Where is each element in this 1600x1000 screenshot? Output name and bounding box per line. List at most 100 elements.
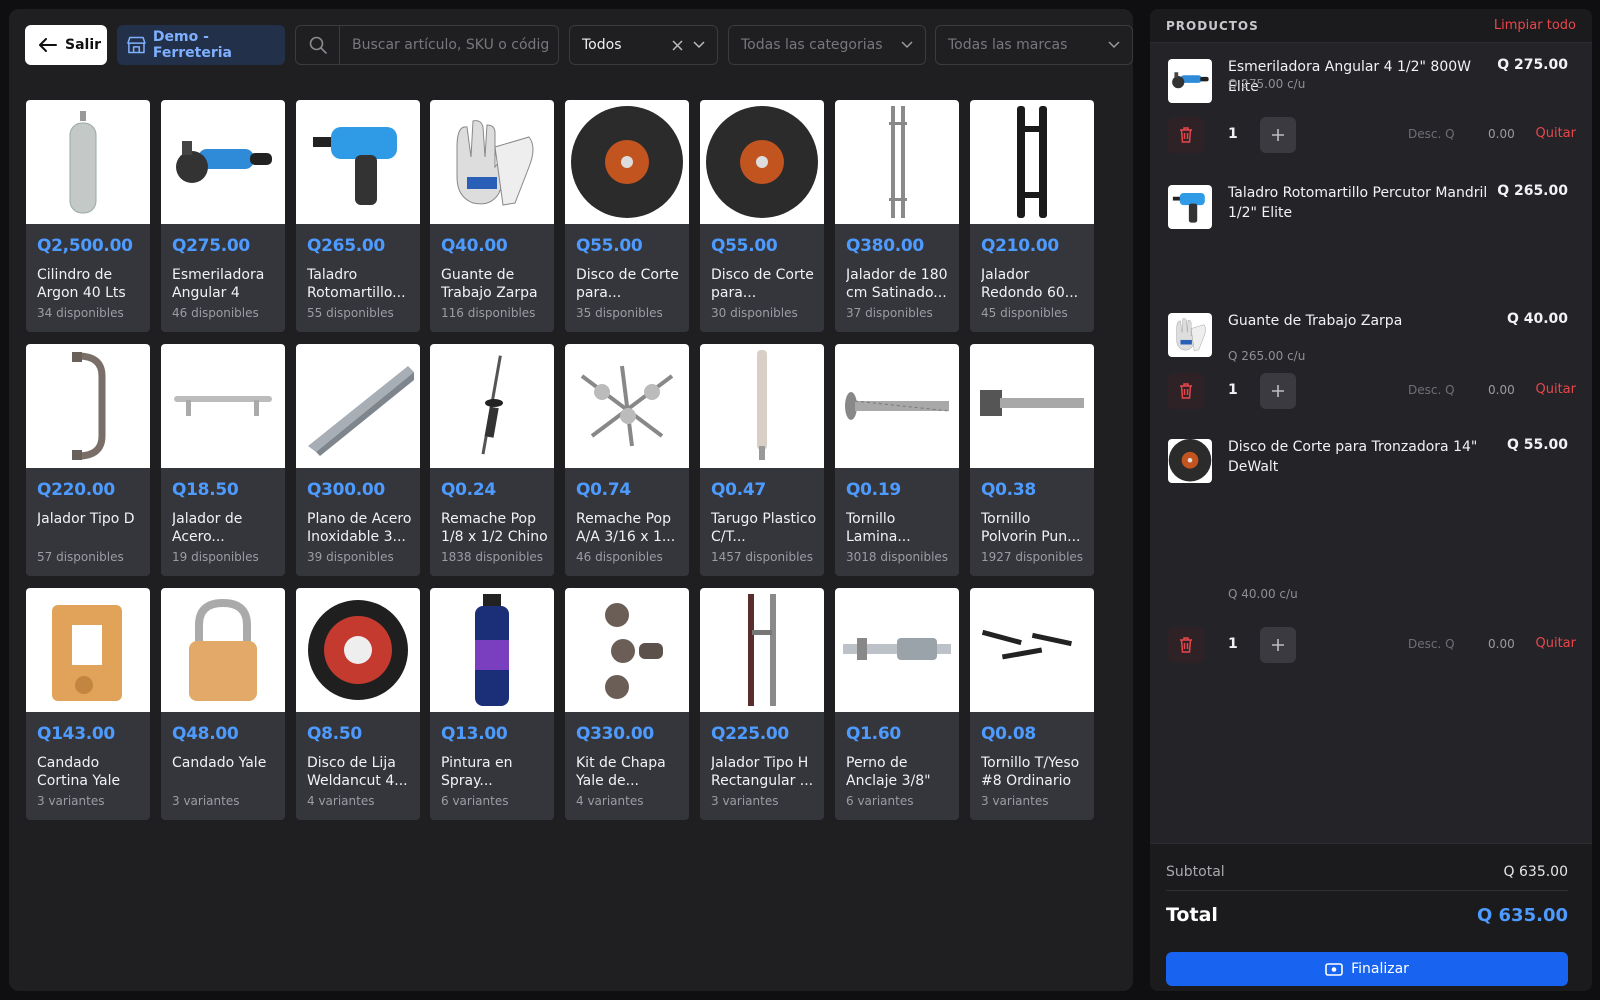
cart-item-controls: 1 Desc. Q 0.00 Quitar [1168, 373, 1576, 409]
quantity-value[interactable]: 1 [1228, 382, 1238, 398]
trash-icon[interactable] [1168, 627, 1204, 663]
product-name: Candado Cortina Yale [37, 755, 121, 789]
chevron-down-icon [1108, 41, 1120, 49]
product-price: Q55.00 [576, 236, 643, 256]
product-stock: 1457 disponibles [711, 550, 814, 564]
product-name: Jalador de Acero... [172, 511, 243, 545]
brand-filter-value: Todas las marcas [948, 37, 1068, 53]
product-card[interactable]: Q0.47 Tarugo Plastico C/T... 1457 disponib… [700, 344, 824, 576]
total-row: Total Q 635.00 [1166, 904, 1568, 926]
product-stock: 57 disponibles [37, 550, 124, 564]
quantity-value[interactable]: 1 [1228, 636, 1238, 652]
category-filter-select[interactable]: Todas las categorias [728, 25, 926, 65]
product-card[interactable]: Q48.00 Candado Yale 3 variantes [161, 588, 285, 820]
product-price: Q0.24 [441, 480, 496, 500]
search-input[interactable] [340, 37, 550, 53]
product-card[interactable]: Q55.00 Disco de Corte para... 35 disponibl… [565, 100, 689, 332]
product-price: Q220.00 [37, 480, 115, 500]
product-card[interactable]: Q18.50 Jalador de Acero... 19 disponibles [161, 344, 285, 576]
product-price: Q0.47 [711, 480, 766, 500]
brand-filter-select[interactable]: Todas las marcas [935, 25, 1133, 65]
plus-icon[interactable] [1260, 117, 1296, 153]
discount-label: Desc. Q [1408, 383, 1455, 397]
discount-input[interactable]: 0.00 [1488, 127, 1515, 141]
trash-icon[interactable] [1168, 373, 1204, 409]
product-price: Q0.74 [576, 480, 631, 500]
quantity-value[interactable]: 1 [1228, 126, 1238, 142]
trash-icon[interactable] [1168, 117, 1204, 153]
product-name: Esmeriladora Angular 4 1/2... [172, 267, 265, 301]
product-stock: 55 disponibles [307, 306, 394, 320]
cart-item-total: Q 275.00 [1497, 57, 1568, 73]
cart-title: PRODUCTOS [1166, 18, 1259, 33]
product-card[interactable]: Q275.00 Esmeriladora Angular 4 1/2... 46 d… [161, 100, 285, 332]
cart-header: PRODUCTOS Limpiar todo [1150, 9, 1592, 43]
product-name: Disco de Corte para... [711, 267, 814, 301]
plus-icon[interactable] [1260, 373, 1296, 409]
product-card[interactable]: Q40.00 Guante de Trabajo Zarpa 116 disponi… [430, 100, 554, 332]
cart-item-controls: 1 Desc. Q 0.00 Quitar [1168, 627, 1576, 663]
plus-icon[interactable] [1260, 627, 1296, 663]
cash-register-icon [1325, 963, 1343, 976]
product-price: Q380.00 [846, 236, 924, 256]
product-name: Tornillo Polvorin Pun... [981, 511, 1081, 545]
clear-filter-icon[interactable] [672, 39, 683, 51]
divider [1166, 890, 1568, 891]
product-card[interactable]: Q0.38 Tornillo Polvorin Pun... 1927 dispon… [970, 344, 1094, 576]
product-card[interactable]: Q143.00 Candado Cortina Yale 3 variantes [26, 588, 150, 820]
discount-label: Desc. Q [1408, 127, 1455, 141]
product-card[interactable]: Q0.24 Remache Pop 1/8 x 1/2 Chino 1838 dis… [430, 344, 554, 576]
product-price: Q265.00 [307, 236, 385, 256]
product-card[interactable]: Q225.00 Jalador Tipo H Rectangular ... 3 v… [700, 588, 824, 820]
product-card[interactable]: Q0.19 Tornillo Lamina... 3018 disponibles [835, 344, 959, 576]
store-button[interactable]: Demo - Ferreteria [117, 25, 285, 65]
cart-item-controls: 1 Desc. Q 0.00 Quitar [1168, 117, 1576, 153]
product-card[interactable]: Q265.00 Taladro Rotomartillo... 55 disponi… [296, 100, 420, 332]
product-name: Jalador Tipo D [37, 511, 135, 527]
exit-button[interactable]: Salir [25, 25, 107, 65]
product-card[interactable]: Q55.00 Disco de Corte para... 30 disponibl… [700, 100, 824, 332]
cart-item-name: Disco de Corte para Tronzadora 14" DeWal… [1228, 439, 1478, 475]
product-card[interactable]: Q380.00 Jalador de 180 cm Satinado... 37 d… [835, 100, 959, 332]
product-stock: 30 disponibles [711, 306, 798, 320]
discount-input[interactable]: 0.00 [1488, 637, 1515, 651]
total-label: Total [1166, 904, 1218, 926]
product-card[interactable]: Q0.74 Remache Pop A/A 3/16 x 1... 46 dispo… [565, 344, 689, 576]
lock-kit-image [565, 588, 689, 712]
gas-cylinder-image [26, 100, 150, 224]
product-name: Candado Yale [172, 755, 267, 771]
product-name: Pintura en Spray... [441, 755, 513, 789]
remove-item-button[interactable]: Quitar [1536, 126, 1577, 141]
product-stock: 3018 disponibles [846, 550, 949, 564]
product-stock: 3 variantes [711, 794, 779, 808]
cutting-disc-image [1168, 439, 1212, 483]
product-card[interactable]: Q13.00 Pintura en Spray... 6 variantes [430, 588, 554, 820]
product-card[interactable]: Q1.60 Perno de Anclaje 3/8" 6 variantes [835, 588, 959, 820]
product-card[interactable]: Q2,500.00 Cilindro de Argon 40 Lts 34 disp… [26, 100, 150, 332]
product-card[interactable]: Q0.08 Tornillo T/Yeso #8 Ordinario 3 varia… [970, 588, 1094, 820]
product-name: Kit de Chapa Yale de... [576, 755, 666, 789]
product-card[interactable]: Q8.50 Disco de Lija Weldancut 4... 4 varia… [296, 588, 420, 820]
clear-all-button[interactable]: Limpiar todo [1494, 18, 1576, 33]
product-name: Taladro Rotomartillo... [307, 267, 406, 301]
store-label: Demo - Ferreteria [152, 29, 233, 61]
cart-items: Esmeriladora Angular 4 1/2" 800W Elite Q … [1150, 43, 1592, 917]
finish-button[interactable]: Finalizar [1166, 952, 1568, 986]
product-price: Q225.00 [711, 724, 789, 744]
remove-item-button[interactable]: Quitar [1536, 382, 1577, 397]
product-card[interactable]: Q220.00 Jalador Tipo D 57 disponibles [26, 344, 150, 576]
cart-item-unit-price: Q 275.00 c/u [1228, 77, 1306, 91]
product-card[interactable]: Q330.00 Kit de Chapa Yale de... 4 variante… [565, 588, 689, 820]
product-name: Disco de Lija Weldancut 4... [307, 755, 408, 789]
product-card[interactable]: Q210.00 Jalador Redondo 60... 45 disponibl… [970, 100, 1094, 332]
remove-item-button[interactable]: Quitar [1536, 636, 1577, 651]
product-price: Q48.00 [172, 724, 239, 744]
work-glove-image [430, 100, 554, 224]
product-stock: 3 variantes [37, 794, 105, 808]
product-stock: 46 disponibles [172, 306, 259, 320]
type-filter-select[interactable]: Todos [569, 25, 718, 65]
anchor-bolt-image [835, 588, 959, 712]
discount-input[interactable]: 0.00 [1488, 383, 1515, 397]
product-card[interactable]: Q300.00 Plano de Acero Inoxidable 3... 39 … [296, 344, 420, 576]
store-icon [127, 36, 146, 54]
